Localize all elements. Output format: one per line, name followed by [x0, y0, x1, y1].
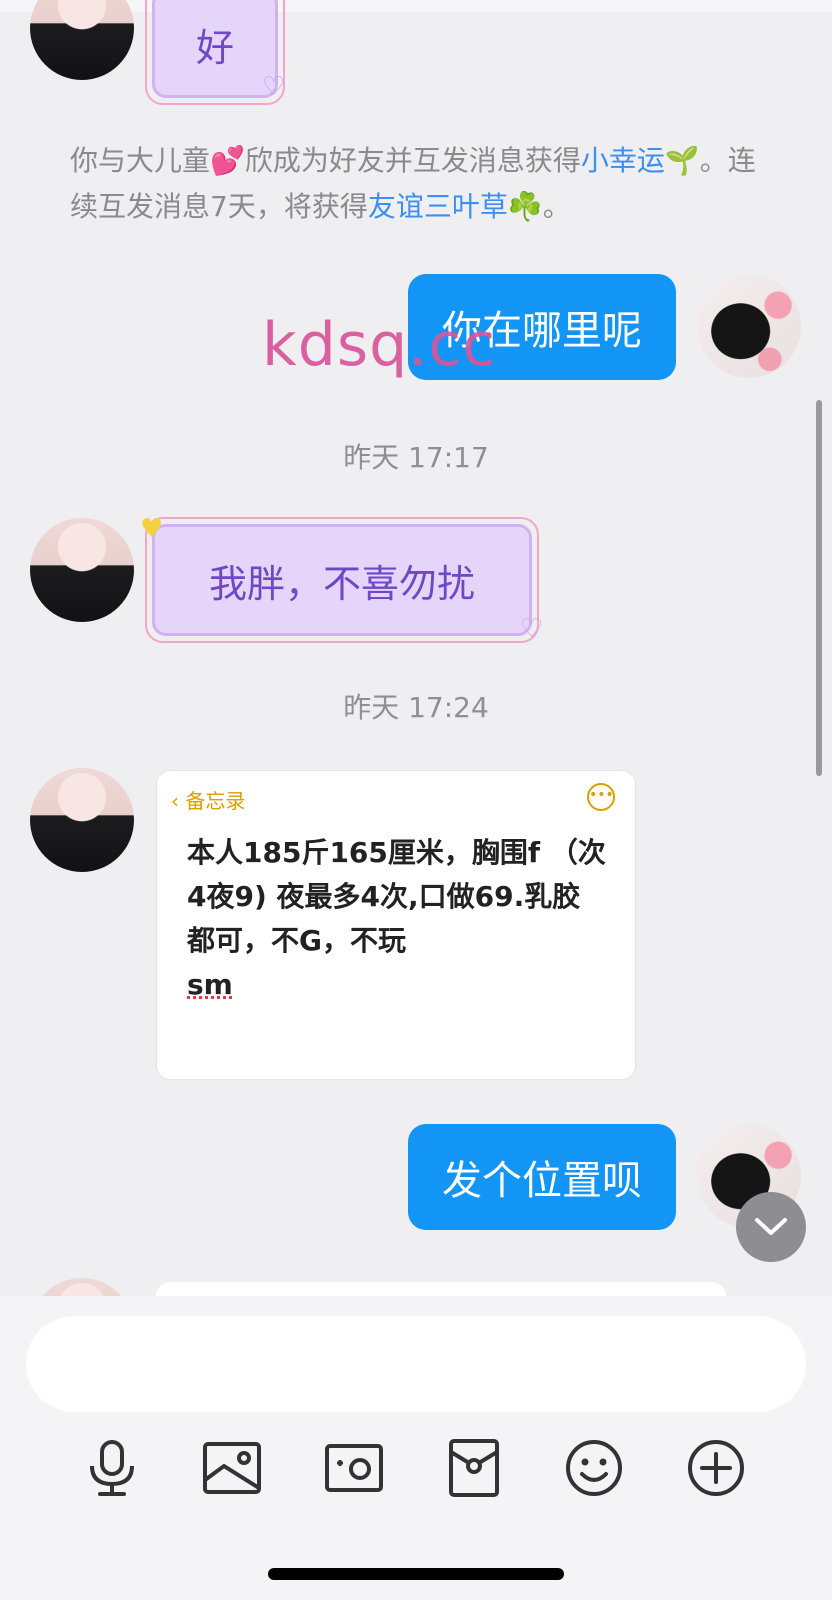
incoming-message-bubble[interactable]: 好 — [145, 0, 285, 105]
contact-avatar[interactable] — [30, 768, 134, 872]
message-text: 我胖，不喜勿扰 — [208, 561, 475, 606]
contact-avatar[interactable] — [30, 518, 134, 622]
more-actions-button[interactable] — [684, 1436, 748, 1500]
message-text: 发个位置呗 — [442, 1158, 642, 1204]
more-options-icon: ••• — [587, 783, 615, 811]
chevron-down-icon — [755, 1218, 787, 1235]
microphone-icon — [90, 1440, 134, 1496]
lucky-link[interactable]: 小幸运 — [581, 144, 665, 177]
photo-button[interactable] — [200, 1436, 264, 1500]
camera-button[interactable] — [322, 1436, 386, 1500]
memo-text-sm: sm — [187, 968, 233, 1001]
clover-link[interactable]: 友谊三叶草 — [368, 190, 508, 223]
voice-button[interactable] — [80, 1436, 144, 1500]
red-packet-icon — [449, 1439, 499, 1497]
memo-body: 本人185斤165厘米，胸围f （次4夜9) 夜最多4次,口做69.乳胶都可，不… — [187, 831, 607, 1007]
heart-decoration-icon: ♡ — [520, 614, 544, 644]
heart-decoration-icon: ♥ — [140, 514, 164, 544]
partial-message-card[interactable] — [156, 1282, 726, 1296]
red-packet-button[interactable] — [442, 1436, 506, 1500]
input-bar — [0, 1296, 832, 1600]
emoji-button[interactable] — [562, 1436, 626, 1500]
memo-text: 本人185斤165厘米，胸围f （次4夜9) 夜最多4次,口做69.乳胶都可，不… — [187, 836, 606, 957]
scroll-to-bottom-button[interactable] — [736, 1192, 806, 1262]
contact-avatar[interactable] — [30, 0, 134, 80]
camera-icon — [325, 1444, 383, 1492]
message-text: 好 — [195, 25, 234, 70]
friendship-system-notice: 你与大儿童💕欣成为好友并互发消息获得小幸运🌱。连续互发消息7天，将获得友谊三叶草… — [70, 138, 770, 230]
notice-text-1: 你与大儿童💕欣成为好友并互发消息获得 — [70, 144, 581, 177]
memo-back-label: 备忘录 — [185, 789, 246, 813]
timestamp: 昨天 17:17 — [343, 441, 489, 474]
scrollbar[interactable] — [816, 400, 822, 776]
heart-decoration-icon: ♡ — [262, 72, 286, 102]
memo-back-button: ‹ 备忘录 — [171, 785, 245, 814]
memo-screenshot-message[interactable]: ‹ 备忘录 ••• 本人185斤165厘米，胸围f （次4夜9) 夜最多4次,口… — [156, 770, 636, 1080]
emoji-icon — [566, 1440, 622, 1496]
home-indicator[interactable] — [268, 1568, 564, 1580]
notice-text-3: ☘️。 — [507, 190, 571, 223]
message-input[interactable] — [26, 1316, 806, 1412]
plus-icon — [688, 1440, 744, 1496]
contact-avatar[interactable] — [30, 1278, 134, 1296]
outgoing-message-bubble[interactable]: 发个位置呗 — [408, 1124, 676, 1230]
timestamp: 昨天 17:24 — [343, 691, 489, 724]
chevron-left-icon: ‹ — [171, 789, 179, 813]
incoming-message-bubble[interactable]: 我胖，不喜勿扰 — [145, 517, 539, 643]
image-icon — [203, 1442, 261, 1494]
watermark-text: kdsq.cc — [262, 310, 497, 380]
chat-area[interactable]: 好 ♡ 你与大儿童💕欣成为好友并互发消息获得小幸运🌱。连续互发消息7天，将获得友… — [0, 0, 832, 1296]
my-avatar[interactable] — [697, 274, 801, 378]
